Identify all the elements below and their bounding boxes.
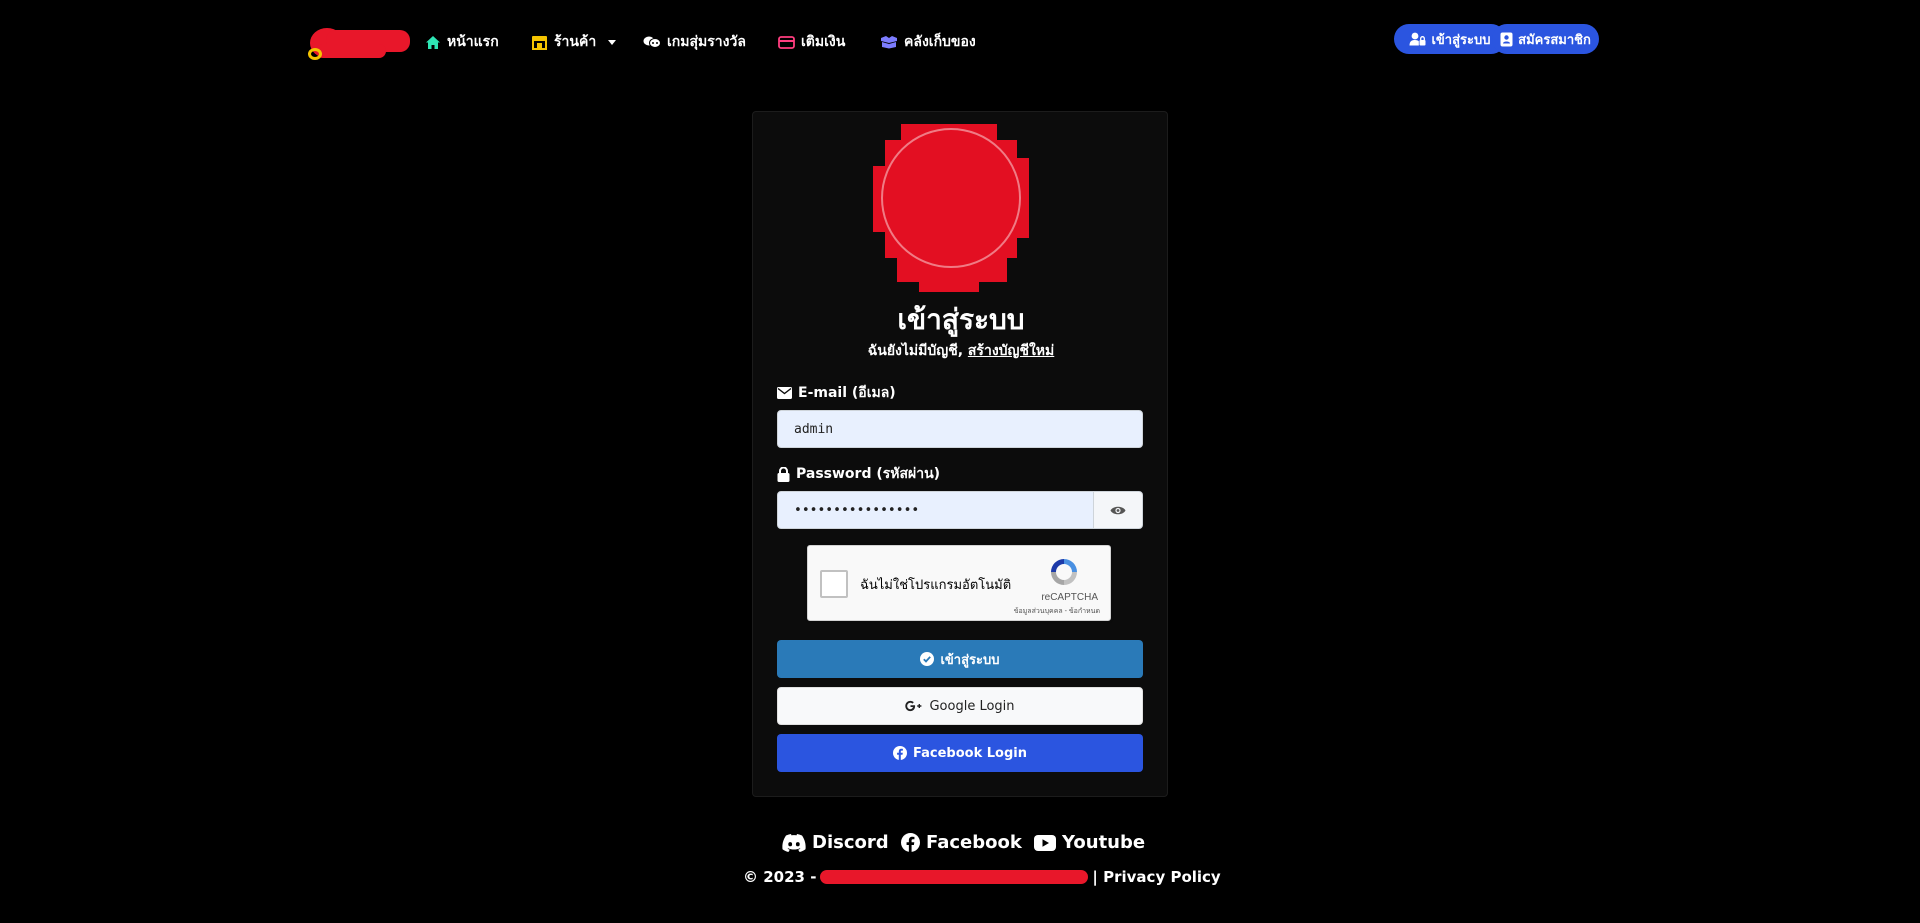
redacted-site-name	[820, 870, 1089, 884]
signup-prompt: ฉันยังไม่มีบัญชี, สร้างบัญชีใหม่	[753, 340, 1169, 362]
register-button-label: สมัครสมาชิก	[1518, 32, 1591, 48]
facebook-login-button[interactable]: Facebook Login	[777, 734, 1143, 772]
envelope-icon	[777, 387, 792, 399]
site-logo[interactable]	[306, 26, 410, 60]
site-avatar-image	[871, 118, 1031, 294]
lock-icon	[777, 466, 790, 482]
eye-icon	[1110, 506, 1126, 514]
login-button[interactable]: เข้าสู่ระบบ	[1394, 24, 1506, 54]
submit-login-button[interactable]: เข้าสู่ระบบ	[777, 640, 1143, 678]
facebook-login-label: Facebook Login	[913, 745, 1027, 761]
box-icon	[881, 36, 897, 49]
nav-item-home[interactable]: หน้าแรก	[425, 30, 499, 54]
login-card: เข้าสู่ระบบ ฉันยังไม่มีบัญชี, สร้างบัญชี…	[752, 111, 1168, 797]
facebook-icon	[893, 746, 907, 760]
copyright-text: © 2023 -	[743, 868, 817, 886]
youtube-link-label: Youtube	[1062, 832, 1146, 853]
check-circle-icon	[920, 652, 935, 666]
email-label-text: E-mail (อีเมล)	[798, 385, 896, 401]
facebook-link-label: Facebook	[926, 832, 1022, 853]
nav-item-store[interactable]: ร้านค้า	[531, 30, 617, 54]
gamepad-icon	[643, 36, 661, 48]
signup-prompt-text: ฉันยังไม่มีบัญชี,	[867, 343, 964, 359]
privacy-policy-link[interactable]: | Privacy Policy	[1092, 868, 1220, 886]
password-field[interactable]	[777, 491, 1094, 529]
recaptcha-brand: reCAPTCHA	[1041, 592, 1098, 603]
email-field[interactable]	[777, 410, 1143, 448]
google-login-label: Google Login	[929, 698, 1015, 714]
recaptcha-logo-icon	[1051, 559, 1077, 585]
google-plus-icon	[905, 700, 922, 712]
facebook-link[interactable]: Facebook	[901, 832, 1022, 853]
nav-item-inventory[interactable]: คลังเก็บของ	[880, 30, 976, 54]
credit-card-icon	[778, 35, 795, 49]
nav-item-label: คลังเก็บของ	[904, 34, 976, 50]
discord-link-label: Discord	[812, 832, 889, 853]
chevron-down-icon	[608, 39, 617, 45]
password-label: Password (รหัสผ่าน)	[777, 463, 940, 485]
discord-link[interactable]: Discord	[782, 832, 889, 853]
youtube-icon	[1034, 834, 1056, 851]
recaptcha-terms-link[interactable]: ข้อมูลส่วนบุคคล - ข้อกำหนด	[1014, 606, 1100, 617]
nav-item-label: เกมสุ่มรางวัล	[667, 34, 746, 50]
nav-item-gacha[interactable]: เกมสุ่มรางวัล	[643, 30, 746, 54]
login-button-label: เข้าสู่ระบบ	[1431, 32, 1491, 48]
address-card-icon	[1500, 32, 1513, 46]
google-login-button[interactable]: Google Login	[777, 687, 1143, 725]
recaptcha-checkbox[interactable]	[820, 570, 848, 598]
recaptcha-widget: ฉันไม่ใช่โปรแกรมอัตโนมัติ reCAPTCHA ข้อม…	[807, 545, 1111, 621]
login-title: เข้าสู่ระบบ	[897, 303, 1025, 336]
submit-login-label: เข้าสู่ระบบ	[940, 652, 1000, 668]
email-label: E-mail (อีเมล)	[777, 382, 896, 404]
home-icon	[426, 35, 440, 49]
create-account-link[interactable]: สร้างบัญชีใหม่	[968, 343, 1054, 359]
nav-item-topup[interactable]: เติมเงิน	[778, 30, 845, 54]
copyright: © 2023 - | Privacy Policy	[743, 866, 1221, 888]
nav-item-label: ร้านค้า	[554, 34, 597, 50]
password-label-text: Password (รหัสผ่าน)	[796, 466, 941, 482]
toggle-password-visibility-button[interactable]	[1093, 491, 1143, 529]
store-icon	[532, 35, 547, 50]
recaptcha-label: ฉันไม่ใช่โปรแกรมอัตโนมัติ	[860, 577, 1012, 592]
facebook-icon	[901, 833, 920, 852]
nav-item-label: เติมเงิน	[801, 34, 846, 50]
discord-icon	[782, 833, 806, 852]
youtube-link[interactable]: Youtube	[1034, 832, 1145, 853]
nav-item-label: หน้าแรก	[447, 34, 499, 50]
navbar: หน้าแรก ร้านค้า เกมสุ่มรางวัล เติมเงิน ค…	[0, 0, 1920, 84]
user-lock-icon	[1409, 32, 1426, 46]
register-button[interactable]: สมัครสมาชิก	[1492, 24, 1599, 54]
